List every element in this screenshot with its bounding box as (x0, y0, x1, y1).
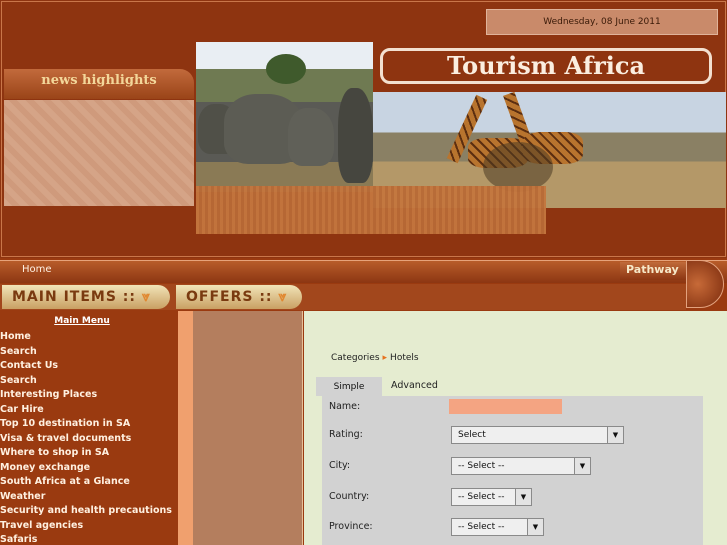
menu-item-search[interactable]: Search (0, 346, 37, 357)
country-select[interactable]: -- Select -- ▼ (451, 488, 532, 506)
menu-item-search-2[interactable]: Search (0, 375, 37, 386)
menu-item-south-africa-at-a-glance[interactable]: South Africa at a Glance (0, 476, 130, 487)
menu-item-top-10-destination[interactable]: Top 10 destination in SA (0, 418, 130, 429)
menu-item-weather[interactable]: Weather (0, 491, 45, 502)
province-label: Province: (329, 521, 373, 532)
city-label: City: (329, 460, 351, 471)
dropdown-arrow-icon: ▼ (527, 519, 543, 535)
menu-item-home[interactable]: Home (0, 331, 31, 342)
city-select[interactable]: -- Select -- ▼ (451, 457, 591, 475)
tab-simple-search[interactable]: Simple (316, 377, 382, 396)
city-select-value: -- Select -- (458, 461, 505, 471)
breadcrumb-categories[interactable]: Categories (331, 353, 380, 363)
country-select-value: -- Select -- (458, 492, 505, 502)
news-highlights-panel (4, 100, 194, 206)
main-menu-heading: Main Menu (54, 316, 110, 326)
offers-label: OFFERS :: (186, 289, 273, 305)
menu-item-car-hire[interactable]: Car Hire (0, 404, 44, 415)
main-items-label: MAIN ITEMS :: (12, 289, 136, 305)
nav-bar (0, 260, 727, 283)
rating-select[interactable]: Select ▼ (451, 426, 624, 444)
elephants-photo (196, 42, 373, 192)
menu-divider-strip (178, 311, 193, 545)
name-input[interactable] (449, 399, 562, 414)
main-items-tab[interactable]: MAIN ITEMS :: ⩔ (2, 285, 170, 309)
menu-item-visa-travel-documents[interactable]: Visa & travel documents (0, 433, 131, 444)
province-select[interactable]: -- Select -- ▼ (451, 518, 544, 536)
tab-advanced-search[interactable]: Advanced (391, 380, 438, 391)
menu-item-security-health[interactable]: Security and health precautions (0, 505, 172, 516)
name-label: Name: (329, 401, 361, 412)
breadcrumb-current: Hotels (390, 353, 419, 363)
breadcrumb: Categories ▸ Hotels (331, 353, 419, 363)
rating-label: Rating: (329, 429, 363, 440)
menu-item-money-exchange[interactable]: Money exchange (0, 462, 90, 473)
date-display: Wednesday, 08 June 2011 (486, 9, 718, 35)
news-highlights-title: news highlights (41, 73, 157, 88)
menu-item-interesting-places[interactable]: Interesting Places (0, 389, 97, 400)
dropdown-arrow-icon: ▼ (574, 458, 590, 474)
chevron-down-icon: ⩔ (141, 289, 151, 305)
rating-select-value: Select (458, 430, 486, 440)
site-title: Tourism Africa (446, 51, 646, 80)
home-link[interactable]: Home (22, 264, 52, 275)
offers-tab[interactable]: OFFERS :: ⩔ (176, 285, 302, 309)
menu-item-travel-agencies[interactable]: Travel agencies (0, 520, 83, 531)
country-label: Country: (329, 491, 370, 502)
menu-item-where-to-shop[interactable]: Where to shop in SA (0, 447, 109, 458)
dropdown-arrow-icon: ▼ (607, 427, 623, 443)
chevron-down-icon: ⩔ (278, 289, 288, 305)
header-grass-panel (196, 186, 546, 234)
province-select-value: -- Select -- (458, 522, 505, 532)
breadcrumb-arrow-icon: ▸ (382, 353, 388, 363)
menu-item-safaris[interactable]: Safaris (0, 534, 37, 545)
menu-item-contact-us[interactable]: Contact Us (0, 360, 58, 371)
offers-column (193, 311, 303, 545)
dropdown-arrow-icon: ▼ (515, 489, 531, 505)
pathway-label: Pathway (626, 263, 679, 276)
